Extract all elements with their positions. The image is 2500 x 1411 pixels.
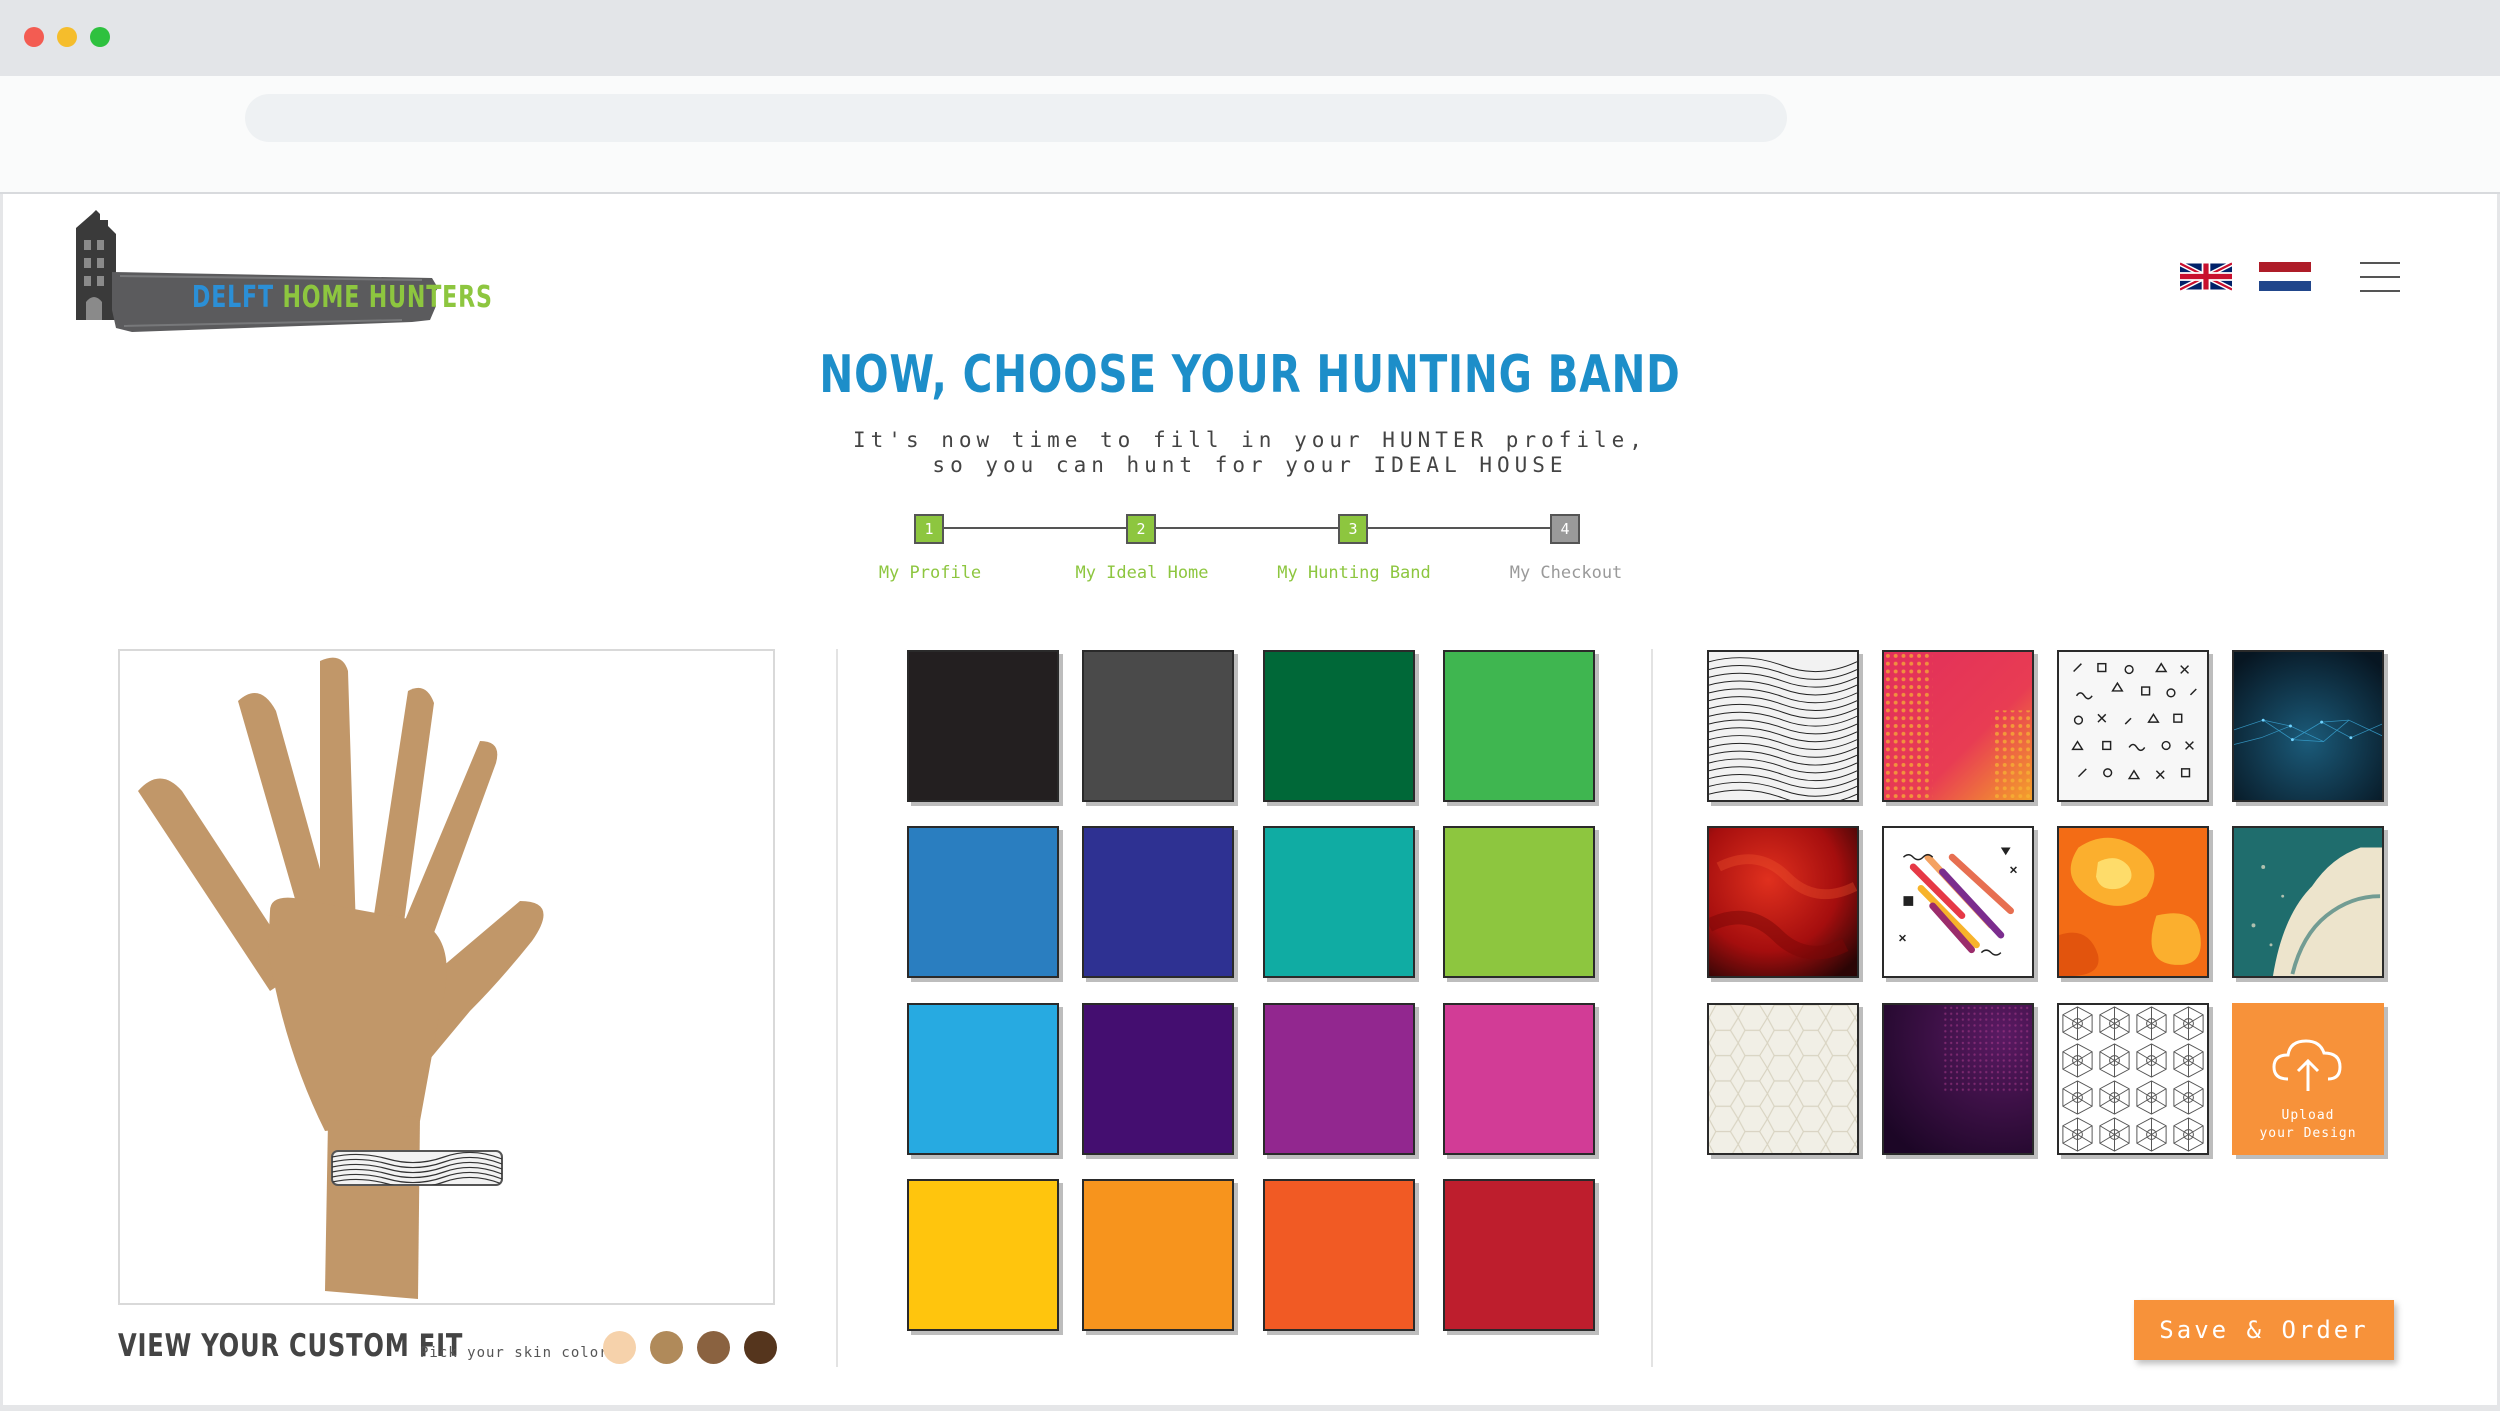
pattern-swatch-teal-grunge[interactable] — [2232, 826, 2384, 978]
logo-wordmark: DELFT HOME HUNTERS — [192, 280, 493, 315]
skin-color-medium[interactable] — [650, 1331, 683, 1364]
house-logo-icon — [76, 210, 438, 332]
upload-label: your Design — [2259, 1126, 2357, 1141]
skin-color-dark[interactable] — [744, 1331, 777, 1364]
logo-word-home-hunters: HOME HUNTERS — [282, 280, 493, 315]
step-3-label[interactable]: My Hunting Band — [1277, 563, 1431, 583]
skin-color-tan[interactable] — [697, 1331, 730, 1364]
skin-color-label: Pick your skin color — [420, 1345, 609, 1361]
step-2-label[interactable]: My Ideal Home — [1075, 563, 1208, 583]
site-logo[interactable]: DELFT HOME HUNTERS — [72, 210, 492, 336]
color-swatch[interactable] — [1263, 826, 1415, 978]
color-swatch[interactable] — [1263, 1179, 1415, 1331]
page-subtitle: so you can hunt for your IDEAL HOUSE — [932, 453, 1568, 477]
step-2-marker[interactable]: 2 — [1126, 514, 1156, 544]
pattern-swatch-blue-network[interactable] — [2232, 650, 2384, 802]
color-swatch[interactable] — [1443, 826, 1595, 978]
address-bar[interactable] — [245, 94, 1787, 142]
stepper-connector — [1368, 527, 1550, 529]
upload-label: Upload — [2281, 1108, 2335, 1123]
column-divider — [836, 649, 838, 1367]
stepper-connector — [944, 527, 1126, 529]
step-4-marker[interactable]: 4 — [1550, 514, 1580, 544]
page-frame — [0, 194, 3, 1411]
pattern-swatch-red-smoke[interactable] — [1707, 826, 1859, 978]
band-preview-panel — [118, 649, 775, 1305]
stepper-connector — [1156, 527, 1338, 529]
pattern-swatch-geometric-mosaic[interactable] — [2057, 1003, 2209, 1155]
hand-preview-icon — [138, 657, 544, 1299]
step-1-label[interactable]: My Profile — [879, 563, 981, 583]
custom-fit-heading: VIEW YOUR CUSTOM FIT — [118, 1328, 464, 1364]
color-swatch[interactable] — [1443, 650, 1595, 802]
color-swatch[interactable] — [1443, 1179, 1595, 1331]
page-subtitle: It's now time to fill in your HUNTER pro… — [853, 428, 1647, 452]
uk-flag-icon[interactable] — [2178, 261, 2234, 292]
color-swatch[interactable] — [907, 826, 1059, 978]
pattern-swatch-wavy-lines[interactable] — [1707, 650, 1859, 802]
pattern-swatch-geometric-shapes[interactable] — [2057, 650, 2209, 802]
color-swatch[interactable] — [1082, 1179, 1234, 1331]
browser-titlebar — [0, 0, 2500, 76]
cloud-upload-icon — [2272, 1039, 2342, 1091]
color-swatch[interactable] — [1263, 1003, 1415, 1155]
logo-word-delft: DELFT — [192, 280, 274, 315]
pattern-swatch-hexagon-light[interactable] — [1707, 1003, 1859, 1155]
window-maximize-button[interactable] — [90, 27, 110, 47]
pattern-swatch-pink-halftone[interactable] — [1882, 650, 2034, 802]
color-swatch[interactable] — [1263, 650, 1415, 802]
color-swatch[interactable] — [907, 1003, 1059, 1155]
step-4-label[interactable]: My Checkout — [1510, 563, 1623, 583]
column-divider — [1651, 649, 1653, 1367]
hamburger-menu-icon[interactable] — [2360, 262, 2400, 292]
color-swatch[interactable] — [907, 1179, 1059, 1331]
upload-design-button[interactable]: Upload your Design — [2232, 1003, 2384, 1155]
save-order-button[interactable]: Save & Order — [2134, 1300, 2394, 1360]
color-swatch[interactable] — [907, 650, 1059, 802]
page-title: NOW, CHOOSE YOUR HUNTING BAND — [819, 345, 1681, 405]
step-3-marker[interactable]: 3 — [1338, 514, 1368, 544]
color-swatch[interactable] — [1443, 1003, 1595, 1155]
nl-flag-icon[interactable] — [2259, 262, 2311, 291]
page-frame — [0, 1405, 2500, 1411]
pattern-swatch-purple-dots[interactable] — [1882, 1003, 2034, 1155]
pattern-swatch-orange-camo[interactable] — [2057, 826, 2209, 978]
color-swatch[interactable] — [1082, 1003, 1234, 1155]
color-swatch[interactable] — [1082, 826, 1234, 978]
pattern-swatch-abstract-streaks[interactable] — [1882, 826, 2034, 978]
color-swatch[interactable] — [1082, 650, 1234, 802]
step-1-marker[interactable]: 1 — [914, 514, 944, 544]
window-minimize-button[interactable] — [57, 27, 77, 47]
window-close-button[interactable] — [24, 27, 44, 47]
skin-color-light[interactable] — [603, 1331, 636, 1364]
